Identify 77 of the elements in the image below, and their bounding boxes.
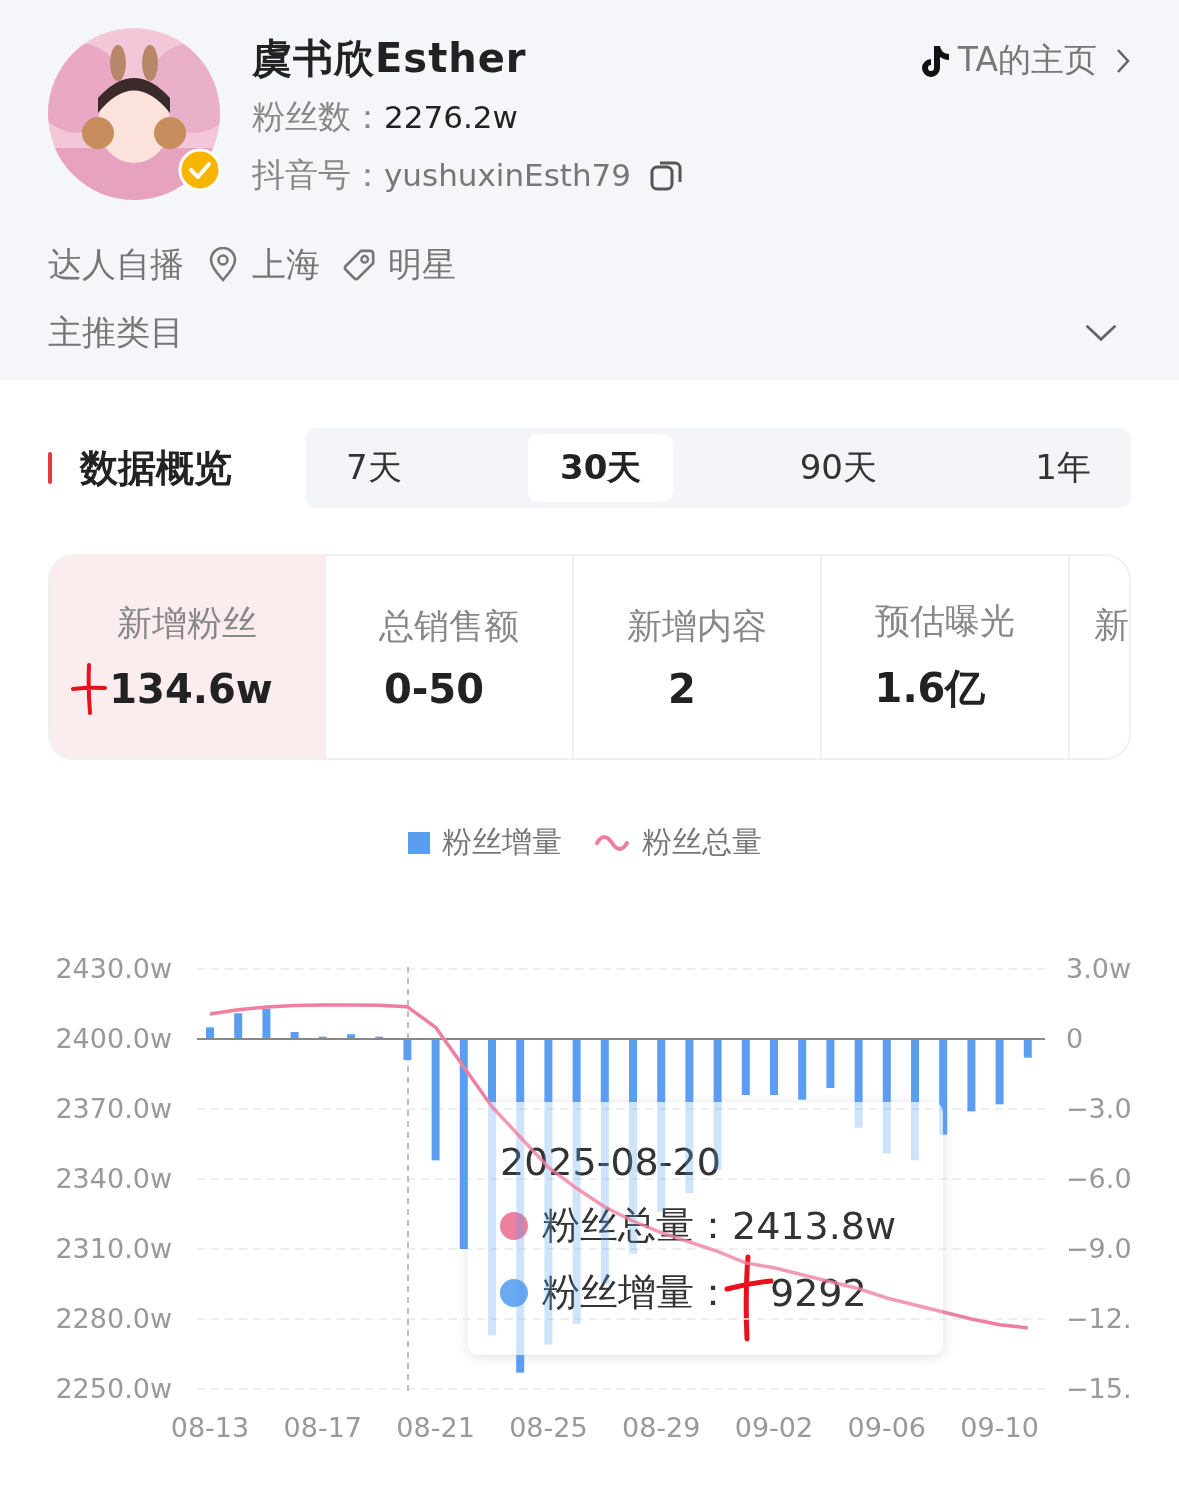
- axis-label: −15.: [1066, 1373, 1132, 1404]
- axis-label: 08-13: [170, 1412, 250, 1443]
- bar: [375, 1036, 384, 1039]
- bar: [206, 1027, 214, 1039]
- axis-label: 2430.0w: [55, 953, 172, 984]
- tooltip-label: 粉丝总量：: [542, 1202, 732, 1249]
- handwritten-plus-mark: [71, 662, 108, 715]
- tag-label: 达人自播: [48, 243, 184, 286]
- bar: [262, 1008, 271, 1039]
- axis-label: 3.0w: [1066, 953, 1132, 984]
- metric-value: 0-50: [383, 665, 485, 712]
- axis-label: 2310.0w: [55, 1233, 172, 1264]
- axis-label: 08-25: [509, 1412, 588, 1443]
- axis-label: 2280.0w: [55, 1303, 172, 1334]
- section-title: 数据概览: [80, 444, 233, 492]
- fans-count: 2276.2w: [384, 99, 518, 135]
- legend-label[interactable]: 粉丝增量: [441, 822, 562, 863]
- period-tab[interactable]: 1年: [1003, 434, 1123, 502]
- axis-label: −3.0: [1066, 1093, 1132, 1124]
- metric-tile[interactable]: 新增内容 2: [574, 556, 822, 758]
- bar: [290, 1032, 299, 1039]
- tooltip-value: 2413.8w: [732, 1203, 897, 1248]
- metric-label: 新: [1094, 603, 1129, 647]
- legend-label[interactable]: 粉丝总量: [641, 822, 762, 863]
- tooltip-value: 9292: [770, 1270, 867, 1315]
- metric-tile[interactable]: 预估曝光 1.6亿: [822, 556, 1070, 758]
- metric-tile[interactable]: 新: [1070, 556, 1129, 758]
- bar: [798, 1039, 807, 1100]
- axis-label: 08-21: [396, 1412, 475, 1443]
- axis-label: −6.0: [1066, 1163, 1132, 1194]
- metric-label: 总销售额: [379, 604, 519, 648]
- period-tab[interactable]: 90天: [767, 434, 909, 502]
- bar: [826, 1039, 835, 1088]
- axis-label: 09-10: [960, 1412, 1039, 1443]
- tooltip-label: 粉丝增量：: [542, 1269, 732, 1316]
- metric-tile[interactable]: 总销售额 0-50: [326, 556, 574, 758]
- section-marker: [48, 452, 52, 484]
- bar: [1023, 1039, 1032, 1058]
- axis-label: 2340.0w: [55, 1163, 172, 1194]
- bar: [347, 1034, 355, 1039]
- bar: [234, 1013, 243, 1039]
- tag-label: 上海: [252, 243, 320, 286]
- axis-label: 09-06: [847, 1412, 927, 1443]
- fans-label: 粉丝数：: [252, 95, 384, 138]
- tag-label: 明星: [388, 243, 456, 286]
- axis-label: 2400.0w: [55, 1023, 172, 1054]
- bar: [995, 1039, 1004, 1105]
- creator-name: 虞书欣Esther: [252, 34, 528, 83]
- period-tab[interactable]: 7天: [314, 434, 434, 502]
- tag-icon: [342, 247, 376, 283]
- metric-value: 2: [668, 665, 696, 712]
- bar: [403, 1039, 412, 1060]
- axis-label: −12.: [1066, 1303, 1132, 1334]
- chevron-icon[interactable]: [1083, 322, 1119, 344]
- metric-label: 新增内容: [627, 604, 767, 648]
- axis-label: 0: [1066, 1023, 1084, 1054]
- bar: [318, 1036, 327, 1039]
- axis-label: 08-17: [283, 1412, 363, 1443]
- music-note-icon: [919, 43, 950, 78]
- account-id: yushuxinEsth79: [384, 157, 632, 193]
- account-id-label: 抖音号：: [252, 153, 384, 196]
- homepage-link[interactable]: TA的主页: [919, 38, 1131, 83]
- axis-label: 08-29: [621, 1412, 701, 1443]
- period-tab[interactable]: 30天: [528, 434, 674, 502]
- metric-tile[interactable]: 新增粉丝 134.6w: [50, 556, 326, 758]
- axis-label: 09-02: [734, 1412, 814, 1443]
- bar: [741, 1039, 750, 1095]
- bar: [770, 1039, 778, 1095]
- metric-value: 1.6亿: [874, 664, 986, 713]
- axis-label: 2370.0w: [55, 1093, 172, 1124]
- category-label: 主推类目: [48, 311, 184, 354]
- metric-value: 134.6w: [109, 665, 273, 712]
- axis-label: 2250.0w: [55, 1373, 172, 1404]
- axis-label: −9.0: [1066, 1233, 1132, 1264]
- metric-label: 预估曝光: [875, 600, 1015, 643]
- metric-label: 新增粉丝: [117, 601, 257, 645]
- tooltip-date: 2025-08-20: [500, 1140, 722, 1184]
